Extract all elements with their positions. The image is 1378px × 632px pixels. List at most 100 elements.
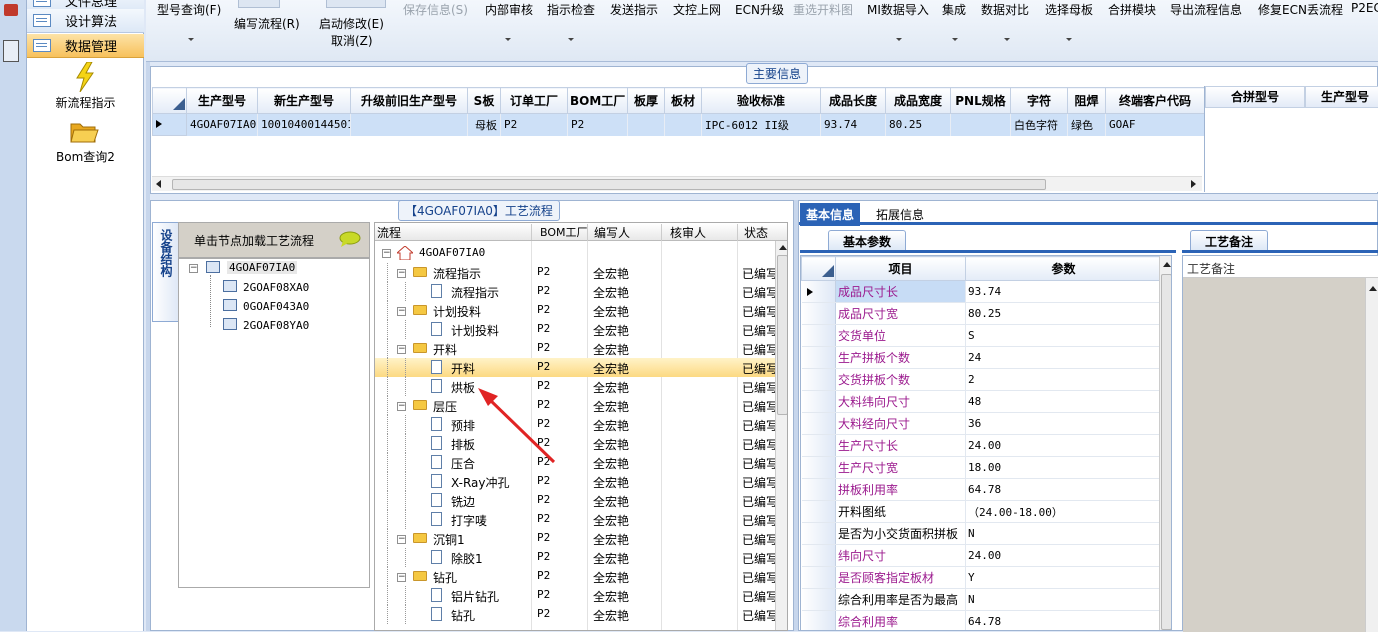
param-row[interactable]: 生产尺寸长 24.00 (801, 434, 1162, 457)
collapse-icon[interactable]: − (397, 345, 406, 354)
column-header[interactable]: 成品长度 (820, 87, 886, 114)
scroll-left-arrow[interactable] (156, 180, 161, 188)
param-row[interactable]: 是否顾客指定板材 Y (801, 566, 1162, 589)
scroll-thumb[interactable] (777, 255, 787, 415)
table-cell[interactable]: P2 (567, 113, 628, 136)
process-row[interactable]: 铝片钻孔 P2 全宏艳 已编写 (375, 586, 787, 605)
table-cell[interactable]: 白色字符 (1010, 113, 1068, 136)
param-value[interactable]: 80.25 (965, 302, 1162, 325)
scroll-right-arrow[interactable] (1191, 180, 1196, 188)
panel-splitter[interactable] (146, 62, 150, 631)
collapse-icon[interactable]: − (189, 264, 198, 273)
table-cell[interactable]: 10010400144501 (257, 113, 351, 136)
column-header[interactable]: 编写人 (587, 224, 630, 241)
scroll-up-arrow[interactable] (779, 245, 787, 250)
internal-review-button[interactable]: 内部审核 (485, 1, 533, 18)
param-row[interactable]: 成品尺寸长 93.74 (801, 280, 1162, 303)
column-header[interactable]: 字符 (1010, 87, 1068, 114)
process-row[interactable]: 开料 P2 全宏艳 已编写 (375, 358, 787, 377)
folder-open-icon[interactable] (69, 120, 99, 144)
column-header[interactable]: 核审人 (661, 224, 706, 241)
column-header[interactable]: 参数 (965, 256, 1162, 281)
table-cell[interactable]: GOAF (1105, 113, 1205, 136)
column-header[interactable]: PNL规格 (950, 87, 1011, 114)
lightning-icon[interactable] (73, 61, 97, 93)
param-row[interactable]: 拼板利用率 64.78 (801, 478, 1162, 501)
param-value[interactable]: Y (965, 566, 1162, 589)
scroll-thumb[interactable] (1161, 274, 1171, 630)
merge-module-button[interactable]: 合拼模块 (1108, 1, 1156, 18)
param-value[interactable]: 2 (965, 368, 1162, 391)
panel-splitter[interactable] (794, 200, 798, 631)
integrate-button[interactable]: 集成 (942, 1, 966, 18)
table-cell[interactable] (350, 113, 468, 136)
column-header[interactable]: 状态 (737, 224, 768, 241)
param-value[interactable]: 24.00 (965, 434, 1162, 457)
screen-icon[interactable] (3, 40, 19, 62)
param-row[interactable]: 大料经向尺寸 36 (801, 412, 1162, 435)
tree-root-row[interactable]: − 4GOAF07IA0 (375, 244, 787, 263)
process-row[interactable]: 计划投料 P2 全宏艳 已编写 (375, 320, 787, 339)
param-row[interactable]: 是否为小交货面积拼板 N (801, 522, 1162, 545)
column-header[interactable]: 新生产型号 (257, 87, 351, 114)
collapse-icon[interactable]: − (397, 573, 406, 582)
table-cell[interactable]: 母板 (467, 113, 501, 136)
table-corner[interactable] (152, 87, 187, 114)
process-row[interactable]: 铣边 P2 全宏艳 已编写 (375, 491, 787, 510)
model-query-button[interactable]: 型号查询(F) (157, 1, 221, 18)
param-row[interactable]: 大料纬向尺寸 48 (801, 390, 1162, 413)
column-header[interactable]: 流程 (377, 224, 401, 241)
nav-link-new-process[interactable]: 新流程指示 (27, 94, 144, 111)
collapse-icon[interactable]: − (397, 307, 406, 316)
toolbar-field[interactable] (326, 0, 386, 8)
process-row[interactable]: − 层压 P2 全宏艳 已编写 (375, 396, 787, 415)
scroll-thumb[interactable] (172, 179, 1046, 190)
column-header[interactable]: 终端客户代码 (1105, 87, 1205, 114)
column-header[interactable]: 成品宽度 (885, 87, 951, 114)
process-row[interactable]: − 开料 P2 全宏艳 已编写 (375, 339, 787, 358)
param-value[interactable]: 64.78 (965, 610, 1162, 630)
main-info-hscrollbar[interactable] (152, 176, 1202, 191)
param-row[interactable]: 成品尺寸宽 80.25 (801, 302, 1162, 325)
repair-ecn-button[interactable]: 修复ECN丢流程 (1258, 1, 1343, 18)
table-cell[interactable] (664, 113, 702, 136)
column-header[interactable]: 订单工厂 (500, 87, 568, 114)
process-row[interactable]: 烘板 P2 全宏艳 已编写 (375, 377, 787, 396)
table-corner[interactable] (801, 256, 836, 281)
collapse-icon[interactable]: − (397, 402, 406, 411)
param-row[interactable]: 交货拼板个数 2 (801, 368, 1162, 391)
nav-link-bom-query[interactable]: Bom查询2 (27, 148, 144, 165)
param-value[interactable]: 48 (965, 390, 1162, 413)
process-row[interactable]: 流程指示 P2 全宏艳 已编写 (375, 282, 787, 301)
collapse-icon[interactable]: − (397, 269, 406, 278)
select-mother-board-button[interactable]: 选择母板 (1045, 1, 1093, 18)
table-cell[interactable]: 93.74 (820, 113, 886, 136)
tab-process-notes[interactable]: 工艺备注 (1190, 230, 1269, 250)
process-row[interactable]: 压合 P2 全宏艳 已编写 (375, 453, 787, 472)
param-row[interactable]: 生产拼板个数 24 (801, 346, 1162, 369)
process-row[interactable]: − 计划投料 P2 全宏艳 已编写 (375, 301, 787, 320)
column-header[interactable]: BOM工厂 (531, 224, 588, 240)
process-row[interactable]: − 沉铜1 P2 全宏艳 已编写 (375, 529, 787, 548)
param-row[interactable]: 综合利用率 64.78 (801, 610, 1162, 630)
column-header[interactable]: 生产型号 (1305, 86, 1378, 108)
process-row[interactable]: 预排 P2 全宏艳 已编写 (375, 415, 787, 434)
process-row[interactable]: 钻孔 P2 全宏艳 已编写 (375, 605, 787, 624)
table-cell[interactable]: 4GOAF07IA0 (186, 113, 258, 136)
mi-import-button[interactable]: MI数据导入 (867, 1, 929, 18)
nav-item-design[interactable]: 设计算法 (27, 9, 144, 33)
column-header[interactable]: S板 (467, 87, 501, 114)
scroll-up-arrow[interactable] (1163, 262, 1171, 267)
param-row[interactable]: 综合利用率是否为最高 N (801, 588, 1162, 611)
collapse-icon[interactable]: − (397, 535, 406, 544)
process-row[interactable]: − 钻孔 P2 全宏艳 已编写 (375, 567, 787, 586)
params-vscrollbar[interactable] (1159, 256, 1171, 630)
cancel-button[interactable]: 取消(Z) (331, 32, 373, 49)
send-instruction-button[interactable]: 发送指示 (610, 1, 658, 18)
ecn-upgrade-button[interactable]: ECN升级 (735, 1, 784, 18)
param-value[interactable]: N (965, 522, 1162, 545)
tree-root-node[interactable]: 4GOAF07IA0 (227, 261, 298, 274)
column-header[interactable]: 升级前旧生产型号 (350, 87, 468, 114)
tab-equipment-structure[interactable]: 设备结构 (152, 222, 178, 322)
data-compare-button[interactable]: 数据对比 (981, 1, 1029, 18)
